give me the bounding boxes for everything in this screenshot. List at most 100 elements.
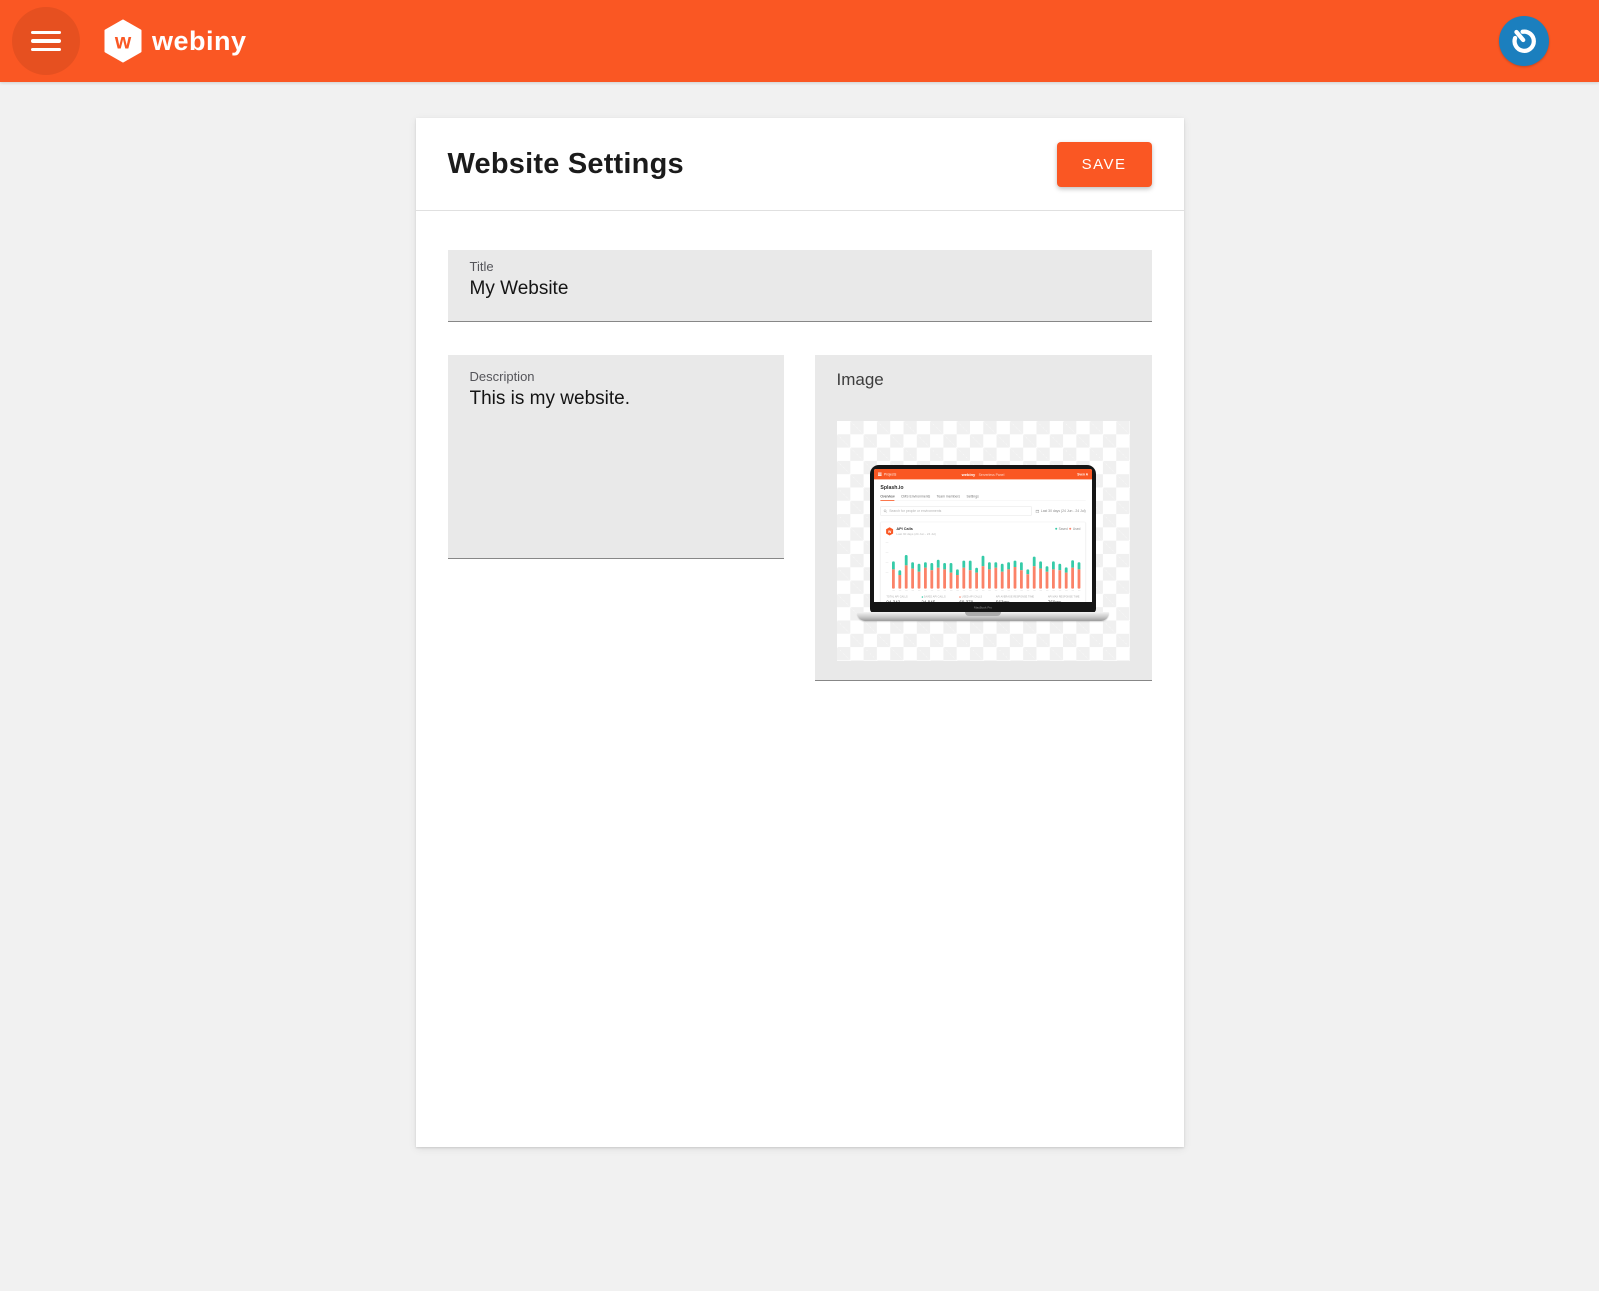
calendar-icon [1036, 509, 1040, 513]
mini-search-placeholder: Search for people or environments [889, 509, 941, 513]
mini-bar [892, 561, 895, 591]
app-root: w webiny Website Settings SAVE Title [0, 0, 1599, 1147]
laptop-screen: Projects webiny Serverless Panel Sven A [874, 469, 1092, 602]
mini-bar [975, 568, 978, 591]
stat-orange-dot [959, 596, 961, 598]
mini-tab-team-members: Team members [937, 494, 960, 498]
mini-bar [1058, 564, 1061, 591]
settings-form: Title Description This is my website. Im… [416, 211, 1184, 681]
mini-tab-cms-environments: CMS Environments [901, 494, 930, 498]
mini-bar [962, 561, 965, 591]
mini-bar [898, 570, 901, 591]
mini-date-range-label: Last 30 days (24 Jun - 24 Jul) [1041, 509, 1086, 513]
mini-body: Splash.io Overview CMS Environments Team… [874, 484, 1092, 602]
mini-brand-text: webiny [962, 473, 976, 477]
stat-teal-dot [921, 596, 923, 598]
stat-used-api-calls: USED API CALLS 69,379 [959, 596, 982, 602]
title-field[interactable]: Title [448, 250, 1152, 322]
mini-bar [1065, 567, 1068, 591]
mini-topbar: Projects webiny Serverless Panel Sven A [874, 469, 1092, 479]
mini-search-row: Search for people or environments [880, 506, 1085, 516]
search-icon [884, 509, 888, 513]
image-field-label: Image [837, 370, 1130, 390]
mini-bar [1001, 564, 1004, 591]
menu-button[interactable] [12, 7, 80, 75]
mini-bar [1026, 569, 1029, 591]
webiny-logo-text: webiny [152, 26, 247, 57]
svg-text:w: w [114, 31, 132, 54]
mini-bar [994, 562, 997, 591]
title-input[interactable] [470, 278, 1130, 300]
image-field: Image Projec [815, 355, 1152, 681]
mini-brand-suffix: Serverless Panel [979, 473, 1005, 477]
mini-card-header: w API Calls Last 30 days (24 Jun - 24 Ju… [886, 527, 1081, 536]
mini-bar [924, 562, 927, 591]
legend-saved-label: Saved [1059, 527, 1068, 531]
legend-used-dot [1069, 528, 1071, 530]
mini-tabs: Overview CMS Environments Team members S… [880, 494, 1085, 501]
mini-api-calls-card: w API Calls Last 30 days (24 Jun - 24 Ju… [880, 522, 1085, 602]
page-body: Website Settings SAVE Title Description … [0, 82, 1599, 1147]
mini-card-title: API Calls [896, 527, 936, 531]
mini-chart-legend: Saved Used [1055, 527, 1080, 531]
mini-bar [956, 569, 959, 591]
webiny-logo-icon: w [103, 19, 143, 63]
form-row: Description This is my website. Image [448, 355, 1152, 681]
save-button[interactable]: SAVE [1057, 142, 1152, 187]
mini-bar [943, 563, 946, 591]
user-avatar[interactable] [1499, 16, 1549, 66]
image-dropzone[interactable]: Projects webiny Serverless Panel Sven A [837, 421, 1130, 661]
laptop-base [857, 612, 1109, 621]
mini-user-label: Sven A [1077, 472, 1088, 476]
avatar-power-icon [1503, 20, 1545, 62]
card-header: Website Settings SAVE [416, 118, 1184, 210]
macbook-pro-label: MacBook Pro [974, 606, 992, 609]
mini-topbar-left-label: Projects [884, 472, 896, 476]
title-field-label: Title [470, 259, 1130, 274]
mini-search-input: Search for people or environments [880, 506, 1031, 516]
mini-date-range: Last 30 days (24 Jun - 24 Jul) [1036, 509, 1086, 513]
mini-hamburger-icon [878, 473, 882, 476]
stat-avg-response-time: API AVERAGE RESPONSE TIME 563ms [996, 596, 1034, 602]
webiny-logo[interactable]: w webiny [103, 19, 247, 63]
page-title: Website Settings [448, 148, 684, 181]
image-preview-laptop: Projects webiny Serverless Panel Sven A [837, 421, 1130, 621]
mini-bar [1020, 562, 1023, 591]
laptop-bezel: Projects webiny Serverless Panel Sven A [870, 465, 1096, 613]
description-field[interactable]: Description This is my website. [448, 355, 784, 559]
mini-site-name: Splash.io [880, 484, 1085, 490]
legend-saved-dot [1055, 528, 1057, 530]
laptop-base-notch [965, 612, 1001, 616]
mini-bar [930, 563, 933, 591]
mini-tab-overview: Overview [880, 494, 894, 498]
stat-saved-api-calls: SAVED API CALLS 24,945 [921, 596, 945, 602]
mini-bar [1052, 561, 1055, 591]
app-header: w webiny [0, 0, 1599, 82]
stat-total-api-calls: TOTAL API CALLS 94,342 [886, 596, 907, 602]
mini-bar [911, 562, 914, 591]
mini-stats-row: TOTAL API CALLS 94,342 SAVED API CALLS 2… [886, 596, 1081, 602]
mini-bar [969, 561, 972, 591]
mini-bar [1046, 566, 1049, 591]
mini-bar [1033, 557, 1036, 591]
mini-bar [1039, 561, 1042, 591]
website-settings-card: Website Settings SAVE Title Description … [416, 118, 1184, 1147]
description-textarea[interactable]: This is my website. [470, 388, 762, 538]
mini-bar [1071, 560, 1074, 591]
mini-card-subtitle: Last 30 days (24 Jun - 24 Jul) [896, 532, 936, 536]
mini-chart-yticks [886, 542, 889, 572]
mini-webiny-icon: w [886, 527, 894, 536]
mini-tab-settings: Settings [966, 494, 978, 498]
hamburger-menu-icon [31, 31, 61, 52]
mini-bar [950, 563, 953, 591]
description-field-label: Description [470, 369, 762, 384]
mini-bar [988, 562, 991, 591]
mini-bar [937, 560, 940, 591]
mini-chart [886, 541, 1081, 591]
laptop-screen-content: Projects webiny Serverless Panel Sven A [874, 469, 1092, 602]
mini-bar [1014, 561, 1017, 591]
mini-bar [1078, 562, 1081, 591]
stat-max-response-time: API MAX RESPONSE TIME 769ms [1048, 596, 1080, 602]
mini-bar [905, 555, 908, 591]
mini-chart-bars [892, 541, 1080, 591]
